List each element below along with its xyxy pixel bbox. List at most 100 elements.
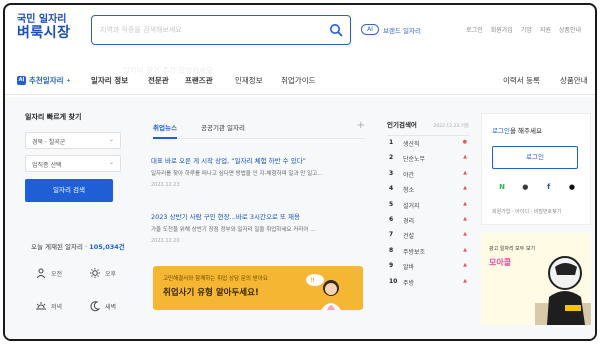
naver-icon[interactable]: N <box>497 182 507 192</box>
keyword-rank: 7 <box>389 231 394 239</box>
banner-headline: 취업사기 유형 알아두세요! <box>163 288 259 298</box>
login-button[interactable]: 로그인 <box>492 146 578 169</box>
facebook-icon[interactable]: f <box>544 182 554 192</box>
news-body: 가을 도전을 위해 상반기 장점 정부와 일자리 일을 취업하세요 커리어 ..… <box>151 227 316 233</box>
keyword-row[interactable]: 1 생산직 ● <box>387 136 469 151</box>
site-logo[interactable]: 국민 일자리 벼룩시장 <box>17 14 71 40</box>
keyword-row[interactable]: 10 주방 ▲ <box>387 275 469 290</box>
ad-subtext: 광고 일자리 모두 보기 <box>489 246 536 252</box>
category-value: 업직종 선택 <box>32 162 62 169</box>
login-prompt: 로그인을 해주세요 <box>492 125 542 135</box>
keyword-text: 설거지 <box>403 202 420 210</box>
trend-up-icon: ▲ <box>463 185 467 192</box>
keyword-row[interactable]: 4 청소 ▲ <box>387 182 469 197</box>
keyword-rank: 10 <box>389 277 398 285</box>
signup-link[interactable]: 회원가입 <box>491 25 513 34</box>
login-link[interactable]: 로그인 <box>466 25 483 34</box>
keyword-row[interactable]: 9 알바 ▲ <box>387 259 469 274</box>
chevron-down-icon: ⌄ <box>108 136 114 143</box>
kakao-icon[interactable]: ● <box>520 182 530 192</box>
job-search-button[interactable]: 일자리 검색 <box>25 179 113 202</box>
today-count-label: 오늘 게재된 일자리 · <box>31 243 90 251</box>
news-tabs: 취업뉴스 공공기관 일자리 + <box>151 119 365 139</box>
nav-item-talent[interactable]: 인재정보 <box>235 75 263 86</box>
search-placeholder: 지역과 직종을 검색해보세요 <box>100 26 182 34</box>
nav-recommend-sup: + <box>66 77 71 84</box>
keyword-rank: 4 <box>389 185 394 193</box>
keyword-row[interactable]: 7 건설 ▲ <box>387 228 469 243</box>
keyword-list: 1 생산직 ● 2 단순노무 ▲ 3 야간 ▲ 4 청소 ▲ 5 설거지 ▲ 6 경리 ▲ 7 건설 ▲ 8 주방보조 ▲ 9 알… <box>387 136 469 290</box>
keyword-text: 단순노무 <box>403 156 426 164</box>
nav-item-job-info[interactable]: 일자리 정보 <box>91 75 128 86</box>
sun-icon <box>90 268 100 278</box>
category-select[interactable]: 업직종 선택 ⌄ <box>25 155 121 172</box>
keyword-row[interactable]: 6 경리 ▲ <box>387 213 469 228</box>
quick-search-title: 일자리 빠르게 찾기 <box>25 113 82 121</box>
nav-item-specialty[interactable]: 전문관 <box>148 75 169 86</box>
today-count-value: 105,034건 <box>89 243 125 251</box>
trend-up-icon: ▲ <box>463 262 467 269</box>
svg-text:!!: !! <box>310 277 315 284</box>
quick-search-panel: 일자리 빠르게 찾기 경북 · 칠곡군 ⌄ 업직종 선택 ⌄ 일자리 검색 <box>25 112 131 202</box>
keyword-rank: 9 <box>389 262 394 270</box>
tab-job-news[interactable]: 취업뉴스 <box>153 122 177 139</box>
support-link[interactable]: 지원 <box>540 25 551 34</box>
ad-title: 모아콜 <box>489 258 512 267</box>
time-filter-morning[interactable]: 오전 <box>35 267 62 279</box>
time-filter-evening[interactable]: 저녁 <box>35 300 62 312</box>
keyword-row[interactable]: 2 단순노무 ▲ <box>387 151 469 166</box>
trend-up-icon: ▲ <box>463 277 467 284</box>
woman-illustration-icon: !! <box>306 274 341 310</box>
keyword-text: 경리 <box>403 217 415 225</box>
ai-icon: AI <box>17 76 26 85</box>
nav-item-products[interactable]: 상품안내 <box>560 75 588 86</box>
news-headline: 대표 바로 오른 게 시작 상업, “일자리 체험 하반 수 있다” <box>151 157 307 165</box>
keyword-text: 청소 <box>403 187 415 195</box>
brand-jobs-link[interactable]: 브랜드 일자리 <box>383 25 421 35</box>
news-item[interactable]: 2023 상반기 사람 구인 현장...바로 3시간으로 또 재용 가을 도전을… <box>151 211 365 244</box>
side-ad[interactable]: 광고 일자리 모두 보기 모아콜 <box>481 233 591 325</box>
news-date: 2022.12.23 <box>151 181 180 188</box>
popular-date: 2022.12.23 기준 <box>433 124 469 129</box>
logo-line1: 국민 일자리 <box>17 14 67 25</box>
keyword-text: 주방 <box>403 279 415 287</box>
search-box[interactable]: 지역과 직종을 검색해보세요 <box>91 15 351 45</box>
nav-item-friends[interactable]: 프랜즈관 <box>185 75 213 86</box>
ai-badge[interactable]: AI <box>361 24 379 35</box>
tab-public-jobs[interactable]: 공공기관 일자리 <box>201 122 245 132</box>
nav-recommend-label: 추천일자리 <box>29 76 64 85</box>
login-highlight: 로그인 <box>492 127 510 135</box>
time-filter-afternoon[interactable]: 오후 <box>89 267 116 279</box>
trend-up-icon: ▲ <box>463 154 467 161</box>
keyword-row[interactable]: 8 주방보조 ▲ <box>387 244 469 259</box>
company-link[interactable]: 기업 <box>521 25 532 34</box>
nav-item-resume[interactable]: 이력서 등록 <box>503 75 540 86</box>
plus-icon[interactable]: + <box>357 120 365 131</box>
browser-frame: 국민 일자리 벼룩시장 지역과 직종을 검색해보세요 AI 브랜드 일자리 로그… <box>3 3 597 341</box>
search-icon[interactable] <box>329 23 343 37</box>
keyword-row[interactable]: 3 야간 ▲ <box>387 167 469 182</box>
keyword-text: 알바 <box>403 264 415 272</box>
scam-warning-banner[interactable]: 고민해결사와 함께하는 취업 상담 문의 받아요 취업사기 유형 알아두세요! … <box>153 266 363 310</box>
time-filter-night[interactable]: 새벽 <box>89 300 116 312</box>
account-links[interactable]: 회원가입 · 아이디 · 비밀번호찾기 <box>492 208 561 215</box>
apple-icon[interactable]: ● <box>567 182 577 192</box>
moon-icon <box>90 301 101 312</box>
person-icon <box>36 268 46 279</box>
trend-up-icon: ▲ <box>463 215 467 222</box>
main-nav: 일자리 찾기 추가 합성하세요 AI 추천일자리 + 일자리 정보 전문관 프랜… <box>5 65 595 95</box>
trend-up-icon: ● <box>462 139 467 145</box>
region-value: 경북 · 칠곡군 <box>32 139 66 146</box>
region-select[interactable]: 경북 · 칠곡군 ⌄ <box>25 132 121 149</box>
news-item[interactable]: 대표 바로 오른 게 시작 상업, “일자리 체험 하반 수 있다” 일자리를 … <box>151 155 365 188</box>
nav-item-recommend[interactable]: AI 추천일자리 + <box>17 75 71 86</box>
sunset-icon <box>36 302 46 310</box>
trend-up-icon: ▲ <box>463 231 467 238</box>
products-link[interactable]: 상품안내 <box>559 25 581 34</box>
keyword-rank: 8 <box>389 246 394 254</box>
keyword-row[interactable]: 5 설거지 ▲ <box>387 198 469 213</box>
trend-up-icon: ▲ <box>463 246 467 253</box>
time-label: 새벽 <box>105 303 117 311</box>
nav-item-guide[interactable]: 취업가이드 <box>281 75 316 86</box>
popular-title: 인기검색어 <box>387 121 417 129</box>
